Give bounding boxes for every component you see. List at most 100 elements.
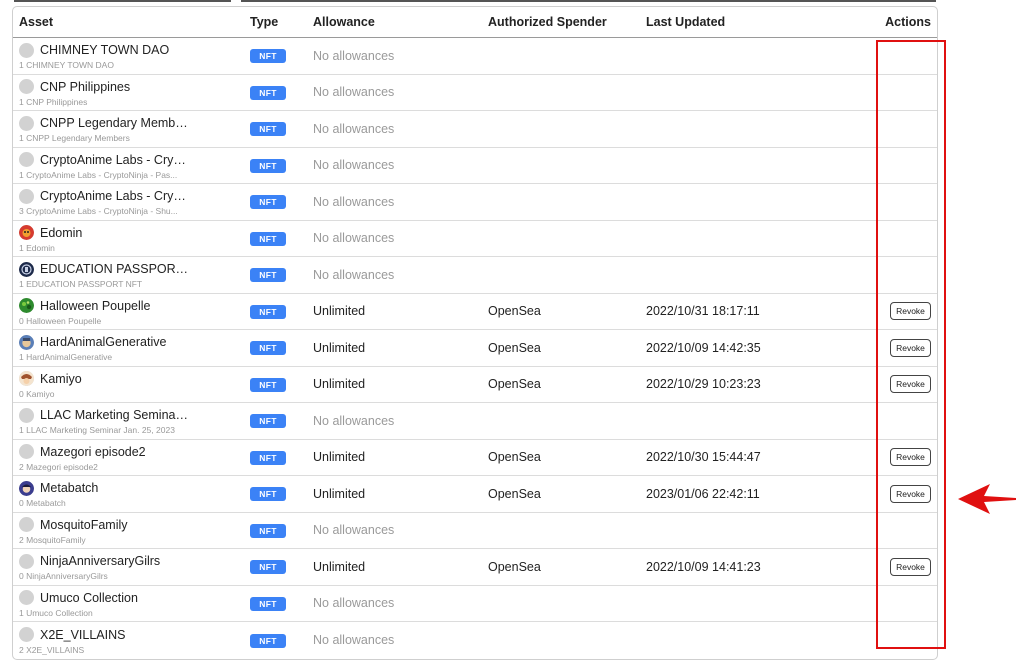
asset-name[interactable]: NinjaAnniversaryGilrs [40,554,160,568]
allowance-cell: No allowances [313,85,395,100]
spender-cell[interactable]: OpenSea [488,549,646,586]
asset-name[interactable]: CHIMNEY TOWN DAO [40,43,169,57]
type-cell: NFT [250,439,313,476]
asset-balance: 1 CNPP Legendary Members [19,133,130,144]
last-updated-cell: 2022/10/09 14:42:35 [646,340,761,355]
asset-balance: 2 Mazegori episode2 [19,461,98,472]
allowances-table: Asset Type Allowance Authorized Spender … [13,7,937,658]
asset-name-row: CryptoAnime Labs - Crypt... [19,187,250,205]
asset-name[interactable]: Edomin [40,226,82,240]
header-authorized-spender[interactable]: Authorized Spender [488,7,646,38]
type-cell: NFT [250,476,313,513]
asset-name[interactable]: Umuco Collection [40,591,138,605]
spender-cell [488,585,646,622]
last-updated-cell [646,512,841,549]
asset-cell: NinjaAnniversaryGilrs 0 NinjaAnniversary… [13,549,250,586]
type-cell: NFT [250,38,313,75]
header-asset[interactable]: Asset [13,7,250,38]
asset-balance: 1 LLAC Marketing Seminar Jan. 25, 2023 [19,425,175,436]
asset-name[interactable]: CryptoAnime Labs - Crypt... [40,153,190,167]
spender-cell[interactable]: OpenSea [488,366,646,403]
asset-avatar-icon [19,298,34,314]
asset-name[interactable]: Mazegori episode2 [40,445,146,459]
asset-name-row: CNP Philippines [19,78,250,96]
asset-cell: CNP Philippines 1 CNP Philippines [13,74,250,111]
header-last-updated[interactable]: Last Updated [646,7,841,38]
asset-info: EDUCATION PASSPORT ... 1 EDUCATION PASSP… [19,260,250,289]
last-updated-cell [646,147,841,184]
last-updated-cell [646,184,841,221]
type-badge: NFT [250,195,286,210]
asset-name[interactable]: HardAnimalGenerative [40,335,166,349]
asset-name[interactable]: CryptoAnime Labs - Crypt... [40,189,190,203]
header-actions: Actions [841,7,937,38]
spender-cell [488,622,646,659]
asset-avatar-icon [19,444,34,460]
asset-info: CryptoAnime Labs - Crypt... 3 CryptoAnim… [19,187,250,216]
asset-name[interactable]: EDUCATION PASSPORT ... [40,262,190,276]
type-cell: NFT [250,403,313,440]
table-row: X2E_VILLAINS 2 X2E_VILLAINS NFT No allow… [13,622,937,659]
type-cell: NFT [250,293,313,330]
spender-cell[interactable]: OpenSea [488,476,646,513]
asset-balance: 3 CryptoAnime Labs - CryptoNinja - Shu..… [19,206,178,217]
asset-avatar-icon [19,553,34,569]
allowances-table-panel: Asset Type Allowance Authorized Spender … [12,6,938,660]
table-row: HardAnimalGenerative 1 HardAnimalGenerat… [13,330,937,367]
asset-cell: X2E_VILLAINS 2 X2E_VILLAINS [13,622,250,659]
asset-name[interactable]: MosquitoFamily [40,518,128,532]
asset-cell: Halloween Poupelle 0 Halloween Poupelle [13,293,250,330]
last-updated-cell: 2022/10/09 14:41:23 [646,559,761,574]
asset-info: X2E_VILLAINS 2 X2E_VILLAINS [19,626,250,655]
table-row: EDUCATION PASSPORT ... 1 EDUCATION PASSP… [13,257,937,293]
spender-cell [488,38,646,75]
asset-balance: 1 Edomin [19,242,55,253]
actions-highlight-box [876,40,946,649]
asset-avatar-icon [19,371,34,387]
asset-cell: MosquitoFamily 2 MosquitoFamily [13,512,250,549]
asset-name[interactable]: Kamiyo [40,372,82,386]
last-updated-cell [646,220,841,257]
table-row: LLAC Marketing Seminar ... 1 LLAC Market… [13,403,937,440]
asset-name[interactable]: Halloween Poupelle [40,299,151,313]
asset-name-row: X2E_VILLAINS [19,626,250,644]
asset-name[interactable]: CNP Philippines [40,80,130,94]
type-cell: NFT [250,220,313,257]
allowance-cell: No allowances [313,523,395,538]
spender-cell[interactable]: OpenSea [488,330,646,367]
last-updated-cell: 2022/10/29 10:23:23 [646,377,761,392]
table-row: Metabatch 0 Metabatch NFT Unlimited Open… [13,476,937,513]
spender-cell [488,184,646,221]
type-badge: NFT [250,158,286,173]
asset-name[interactable]: X2E_VILLAINS [40,628,125,642]
header-type[interactable]: Type [250,7,313,38]
spender-cell[interactable]: OpenSea [488,439,646,476]
allowance-cell: Unlimited [313,486,366,501]
header-allowance[interactable]: Allowance [313,7,488,38]
asset-name[interactable]: LLAC Marketing Seminar ... [40,408,190,422]
asset-balance: 1 HardAnimalGenerative [19,352,113,363]
asset-name-row: CryptoAnime Labs - Crypt... [19,151,250,169]
asset-avatar-icon [19,517,34,533]
allowance-cell: No allowances [313,267,395,282]
last-updated-cell [646,74,841,111]
asset-name[interactable]: Metabatch [40,481,98,495]
allowance-cell: Unlimited [313,377,366,392]
asset-name-row: MosquitoFamily [19,516,250,534]
last-updated-cell: 2023/01/06 22:42:11 [646,486,760,501]
type-badge: NFT [250,596,286,611]
last-updated-cell [646,403,841,440]
table-row: CryptoAnime Labs - Crypt... 1 CryptoAnim… [13,147,937,184]
type-cell: NFT [250,147,313,184]
type-cell: NFT [250,549,313,586]
asset-name-row: Halloween Poupelle [19,297,250,315]
asset-name[interactable]: CNPP Legendary Members [40,116,190,130]
type-badge: NFT [250,450,286,465]
table-row: CNP Philippines 1 CNP Philippines NFT No… [13,74,937,111]
asset-info: Halloween Poupelle 0 Halloween Poupelle [19,297,250,326]
type-badge: NFT [250,304,286,319]
spender-cell[interactable]: OpenSea [488,293,646,330]
allowance-cell: No allowances [313,158,395,173]
asset-balance: 0 Halloween Poupelle [19,315,102,326]
table-row: CHIMNEY TOWN DAO 1 CHIMNEY TOWN DAO NFT … [13,38,937,75]
